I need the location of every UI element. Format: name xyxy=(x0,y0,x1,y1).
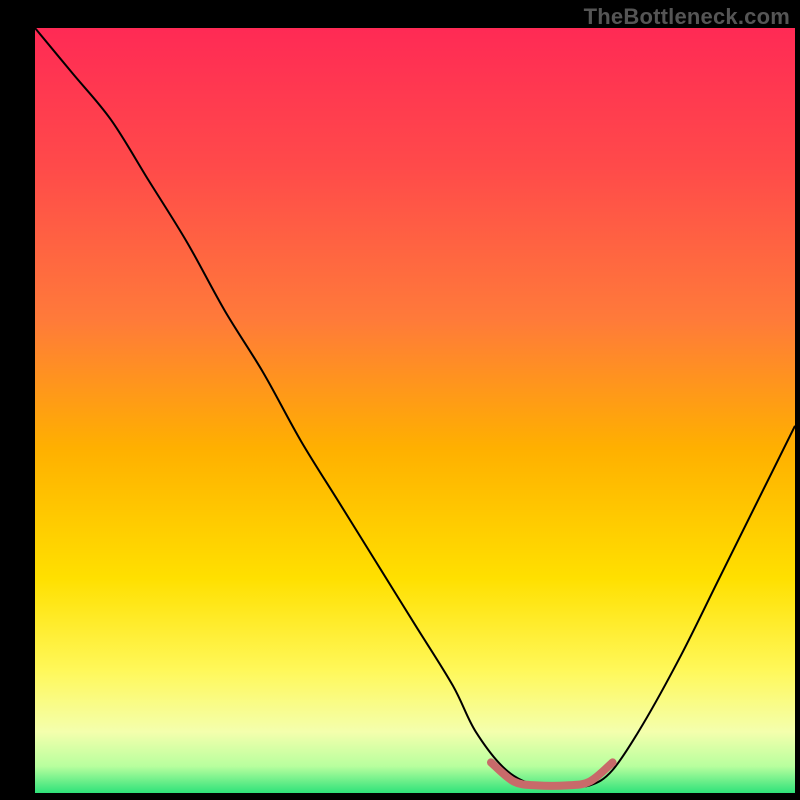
watermark-text: TheBottleneck.com xyxy=(584,4,790,30)
bottleneck-chart xyxy=(0,0,800,800)
chart-stage: TheBottleneck.com xyxy=(0,0,800,800)
plot-background xyxy=(35,28,795,793)
